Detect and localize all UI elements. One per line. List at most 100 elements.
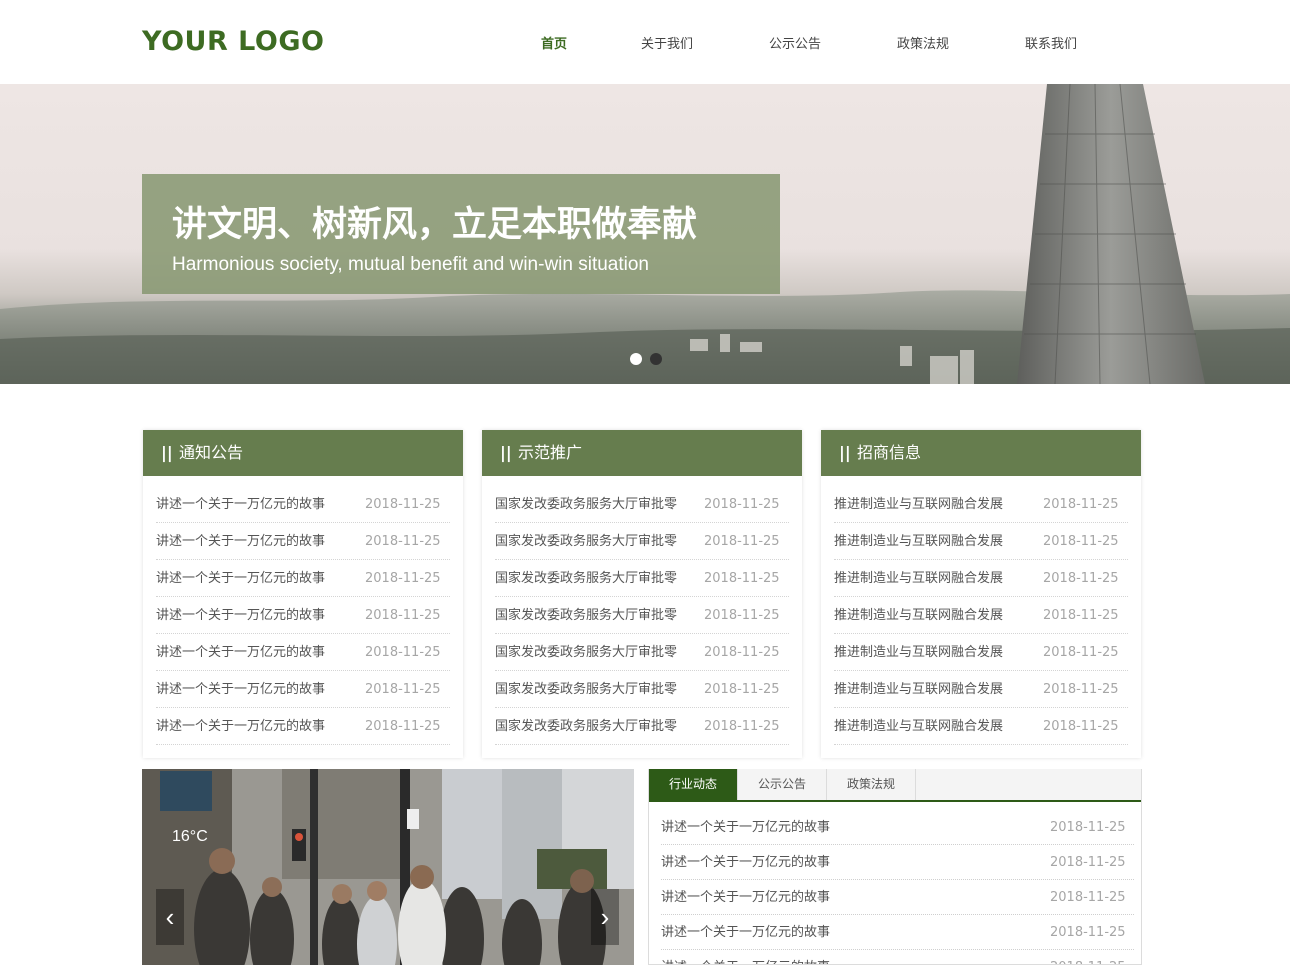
list-item-date: 2018-11-25 [365,571,441,586]
panel-investment: || 招商信息 推进制造业与互联网融合发展 2018-11-25 推进制造业与互联网… [821,430,1141,758]
photo-slider[interactable]: 16°C ‹ › [142,769,634,965]
list-item[interactable]: 讲述一个关于一万亿元的故事 2018-11-25 [661,950,1134,964]
list-item[interactable]: 国家发改委政务服务大厅审批零 2018-11-25 [495,523,789,560]
nav-item-contact[interactable]: 联系我们 [1025,33,1077,52]
list-item-title[interactable]: 讲述一个关于一万亿元的故事 [661,915,830,950]
tab-policies[interactable]: 政策法规 [827,769,916,800]
list-item-title[interactable]: 推进制造业与互联网融合发展 [834,671,1003,708]
chevron-right-icon[interactable]: › [591,889,619,945]
news-tab-box: 行业动态 公示公告 政策法规 讲述一个关于一万亿元的故事 2018-11-25 讲… [648,769,1142,965]
list-item-title[interactable]: 推进制造业与互联网融合发展 [834,708,1003,745]
nav-item-policies[interactable]: 政策法规 [897,33,949,52]
list-item-title[interactable]: 推进制造业与互联网融合发展 [834,634,1003,671]
list-item-date: 2018-11-25 [704,608,780,623]
news-list: 讲述一个关于一万亿元的故事 2018-11-25 讲述一个关于一万亿元的故事 201… [661,810,1134,964]
panel-header: || 示范推广 [482,430,802,476]
panel-demonstration: || 示范推广 国家发改委政务服务大厅审批零 2018-11-25 国家发改委政务服… [482,430,802,758]
list-item[interactable]: 国家发改委政务服务大厅审批零 2018-11-25 [495,708,789,745]
list-item-date: 2018-11-25 [365,645,441,660]
chevron-left-icon[interactable]: ‹ [156,889,184,945]
list-item-title[interactable]: 讲述一个关于一万亿元的故事 [156,634,325,671]
list-item-title[interactable]: 推进制造业与互联网融合发展 [834,523,1003,560]
list-item-title[interactable]: 国家发改委政务服务大厅审批零 [495,634,677,671]
list-item-title[interactable]: 讲述一个关于一万亿元的故事 [156,523,325,560]
main-nav: 首页 关于我们 公示公告 政策法规 联系我们 [0,33,1290,53]
list-item[interactable]: 讲述一个关于一万亿元的故事 2018-11-25 [156,486,450,523]
list-item-title[interactable]: 讲述一个关于一万亿元的故事 [661,845,830,880]
temperature-sign: 16°C [172,828,208,845]
list-item-title[interactable]: 讲述一个关于一万亿元的故事 [661,810,830,845]
panel-title: 示范推广 [518,443,583,462]
list-item-title[interactable]: 推进制造业与互联网融合发展 [834,597,1003,634]
list-item-title[interactable]: 国家发改委政务服务大厅审批零 [495,671,677,708]
list-item-date: 2018-11-25 [365,719,441,734]
banner-dot-1[interactable] [630,353,642,365]
list-item-date: 2018-11-25 [1043,608,1119,623]
banner-dot-2[interactable] [650,353,662,365]
list-item-date: 2018-11-25 [1050,820,1126,835]
list-item[interactable]: 讲述一个关于一万亿元的故事 2018-11-25 [156,597,450,634]
list-item-date: 2018-11-25 [1043,534,1119,549]
list-item[interactable]: 讲述一个关于一万亿元的故事 2018-11-25 [156,671,450,708]
list-item-title[interactable]: 讲述一个关于一万亿元的故事 [661,880,830,915]
hero-banner[interactable]: 讲文明、树新风，立足本职做奉献 Harmonious society, mutu… [0,84,1290,384]
list-item-title[interactable]: 国家发改委政务服务大厅审批零 [495,560,677,597]
list-item-title[interactable]: 讲述一个关于一万亿元的故事 [156,708,325,745]
list-item-date: 2018-11-25 [704,719,780,734]
list-item-title[interactable]: 推进制造业与互联网融合发展 [834,486,1003,523]
nav-item-about[interactable]: 关于我们 [641,33,693,52]
list-item-date: 2018-11-25 [365,534,441,549]
list-item[interactable]: 讲述一个关于一万亿元的故事 2018-11-25 [156,634,450,671]
list-item[interactable]: 国家发改委政务服务大厅审批零 2018-11-25 [495,560,789,597]
list-item[interactable]: 国家发改委政务服务大厅审批零 2018-11-25 [495,486,789,523]
nav-item-home[interactable]: 首页 [541,33,567,52]
list-item[interactable]: 讲述一个关于一万亿元的故事 2018-11-25 [661,810,1134,845]
list-item-date: 2018-11-25 [1043,719,1119,734]
list-item[interactable]: 推进制造业与互联网融合发展 2018-11-25 [834,597,1128,634]
news-tabs: 行业动态 公示公告 政策法规 [649,769,1141,802]
list-item[interactable]: 推进制造业与互联网融合发展 2018-11-25 [834,523,1128,560]
list-item-title[interactable]: 推进制造业与互联网融合发展 [834,560,1003,597]
list-item[interactable]: 讲述一个关于一万亿元的故事 2018-11-25 [661,880,1134,915]
list-item-title[interactable]: 国家发改委政务服务大厅审批零 [495,486,677,523]
list-item[interactable]: 推进制造业与互联网融合发展 2018-11-25 [834,671,1128,708]
banner-title: 讲文明、树新风，立足本职做奉献 [172,205,698,245]
list-item-date: 2018-11-25 [1043,571,1119,586]
list-item-title[interactable]: 国家发改委政务服务大厅审批零 [495,597,677,634]
list-item[interactable]: 国家发改委政务服务大厅审批零 2018-11-25 [495,671,789,708]
panel-title: 招商信息 [857,443,922,462]
tab-industry-news[interactable]: 行业动态 [649,769,738,800]
list-item[interactable]: 讲述一个关于一万亿元的故事 2018-11-25 [661,845,1134,880]
double-bar-icon: || [839,443,851,462]
street-crowd-image: 16°C [142,769,634,965]
list-item-date: 2018-11-25 [365,497,441,512]
list-item[interactable]: 推进制造业与互联网融合发展 2018-11-25 [834,560,1128,597]
list-item-title[interactable]: 讲述一个关于一万亿元的故事 [156,597,325,634]
list-item[interactable]: 讲述一个关于一万亿元的故事 2018-11-25 [156,523,450,560]
list-item-title[interactable]: 国家发改委政务服务大厅审批零 [495,523,677,560]
list-item-date: 2018-11-25 [1043,645,1119,660]
list-item[interactable]: 讲述一个关于一万亿元的故事 2018-11-25 [156,708,450,745]
list-item[interactable]: 讲述一个关于一万亿元的故事 2018-11-25 [661,915,1134,950]
list-item[interactable]: 国家发改委政务服务大厅审批零 2018-11-25 [495,597,789,634]
panel-notices: || 通知公告 讲述一个关于一万亿元的故事 2018-11-25 讲述一个关于一万亿… [143,430,463,758]
list-item[interactable]: 讲述一个关于一万亿元的故事 2018-11-25 [156,560,450,597]
panel-title: 通知公告 [179,443,244,462]
panel-list: 国家发改委政务服务大厅审批零 2018-11-25 国家发改委政务服务大厅审批零 2… [495,486,789,745]
list-item[interactable]: 推进制造业与互联网融合发展 2018-11-25 [834,708,1128,745]
panel-list: 推进制造业与互联网融合发展 2018-11-25 推进制造业与互联网融合发展 201… [834,486,1128,745]
list-item-date: 2018-11-25 [1043,682,1119,697]
list-item[interactable]: 推进制造业与互联网融合发展 2018-11-25 [834,634,1128,671]
list-item[interactable]: 推进制造业与互联网融合发展 2018-11-25 [834,486,1128,523]
list-item-title[interactable]: 讲述一个关于一万亿元的故事 [661,950,830,964]
list-item[interactable]: 国家发改委政务服务大厅审批零 2018-11-25 [495,634,789,671]
list-item-title[interactable]: 国家发改委政务服务大厅审批零 [495,708,677,745]
tab-announcements[interactable]: 公示公告 [738,769,827,800]
list-item-title[interactable]: 讲述一个关于一万亿元的故事 [156,486,325,523]
double-bar-icon: || [161,443,173,462]
list-item-title[interactable]: 讲述一个关于一万亿元的故事 [156,560,325,597]
list-item-date: 2018-11-25 [704,571,780,586]
list-item-date: 2018-11-25 [365,682,441,697]
nav-item-announcements[interactable]: 公示公告 [769,33,821,52]
list-item-title[interactable]: 讲述一个关于一万亿元的故事 [156,671,325,708]
